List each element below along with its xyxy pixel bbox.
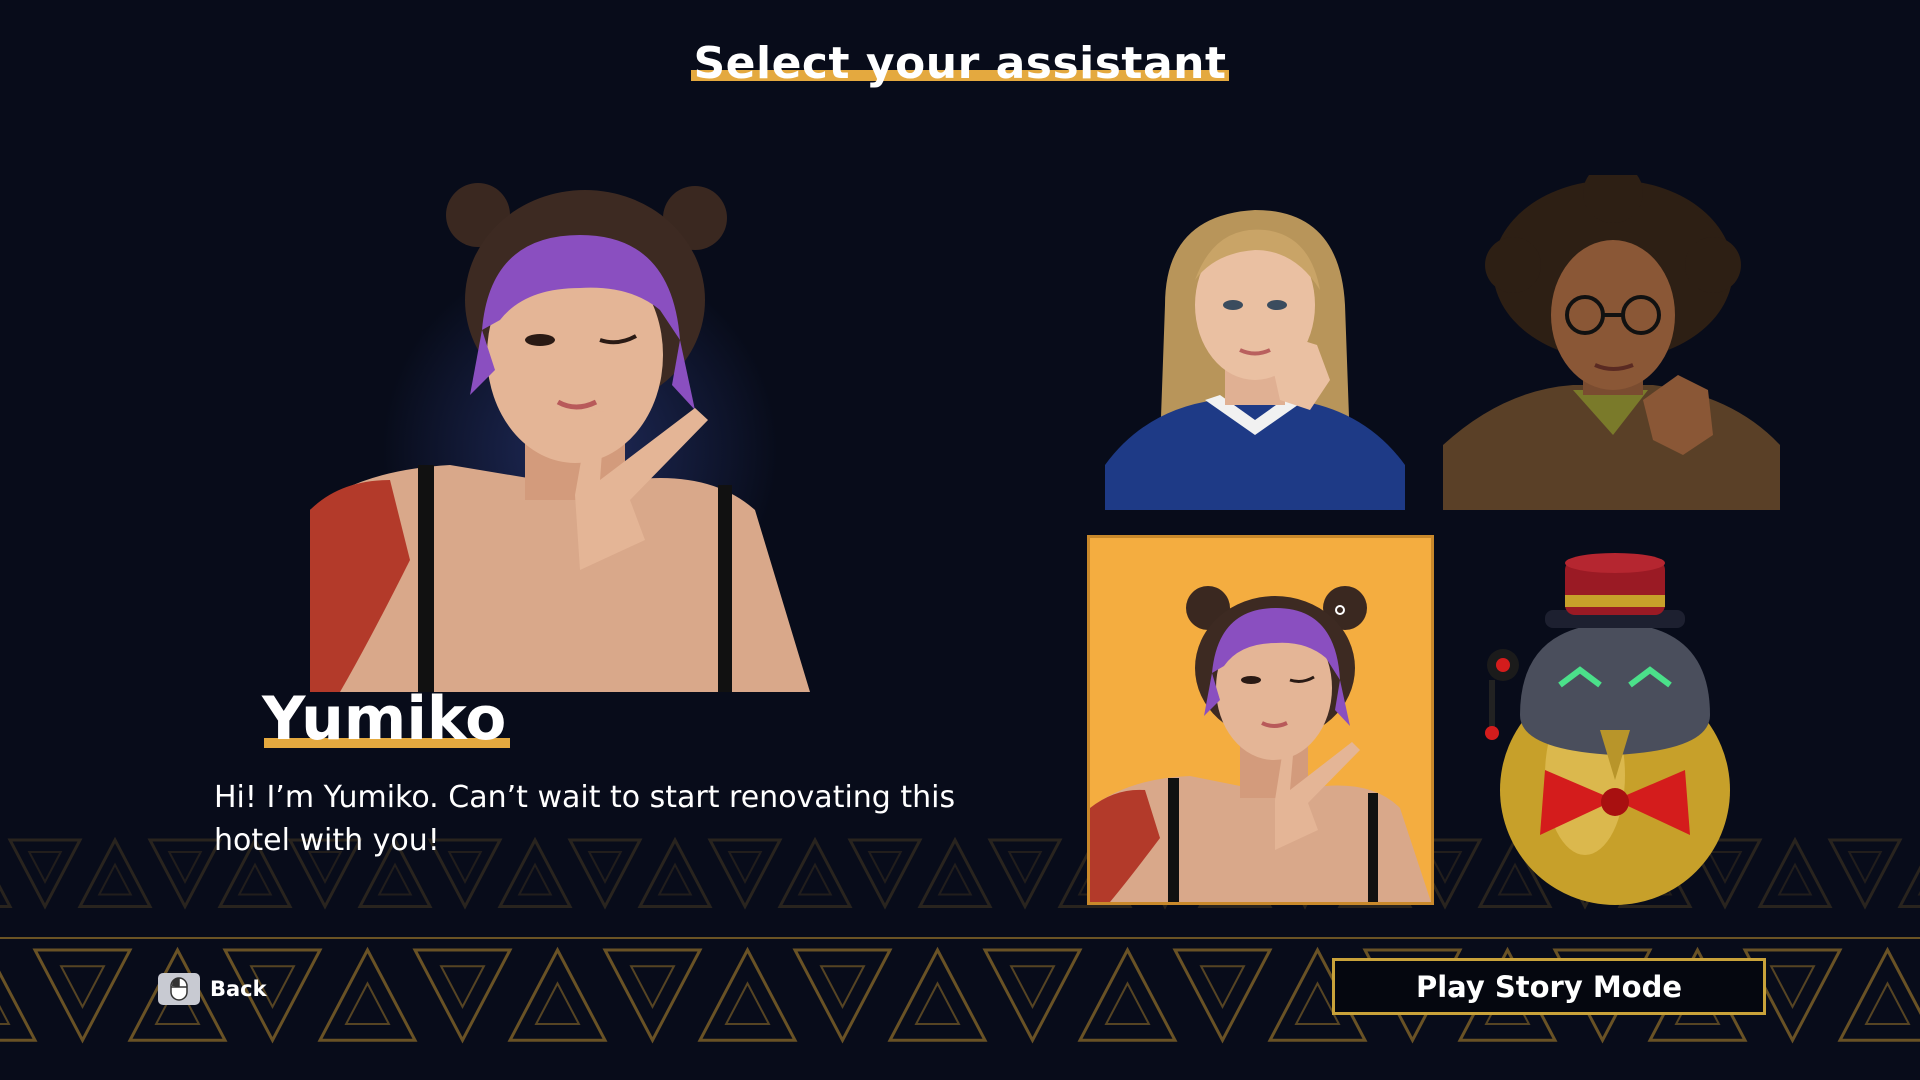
assistant-card-blonde-woman[interactable] (1105, 195, 1405, 510)
assistant-description: Hi! I’m Yumiko. Can’t wait to start reno… (214, 780, 956, 858)
play-story-mode-button[interactable]: Play Story Mode (1332, 958, 1766, 1015)
page-title: Select your assistant (691, 38, 1229, 89)
yumiko-portrait (1090, 586, 1431, 902)
blonde-woman-portrait (1105, 210, 1405, 510)
assistant-card-curly-haired-man[interactable] (1443, 175, 1780, 510)
selected-assistant-portrait (300, 180, 820, 692)
assistant-card-yumiko[interactable] (1087, 535, 1434, 905)
back-label: Back (210, 977, 267, 1001)
assistant-name: Yumiko (262, 684, 511, 754)
curly-haired-man-portrait (1443, 175, 1780, 510)
background-pattern (0, 836, 1920, 1044)
assistant-card-robot-bellhop[interactable] (1465, 545, 1765, 905)
back-button[interactable]: Back (158, 972, 267, 1006)
mouse-icon (158, 973, 200, 1005)
robot-bellhop-portrait (1485, 553, 1730, 905)
